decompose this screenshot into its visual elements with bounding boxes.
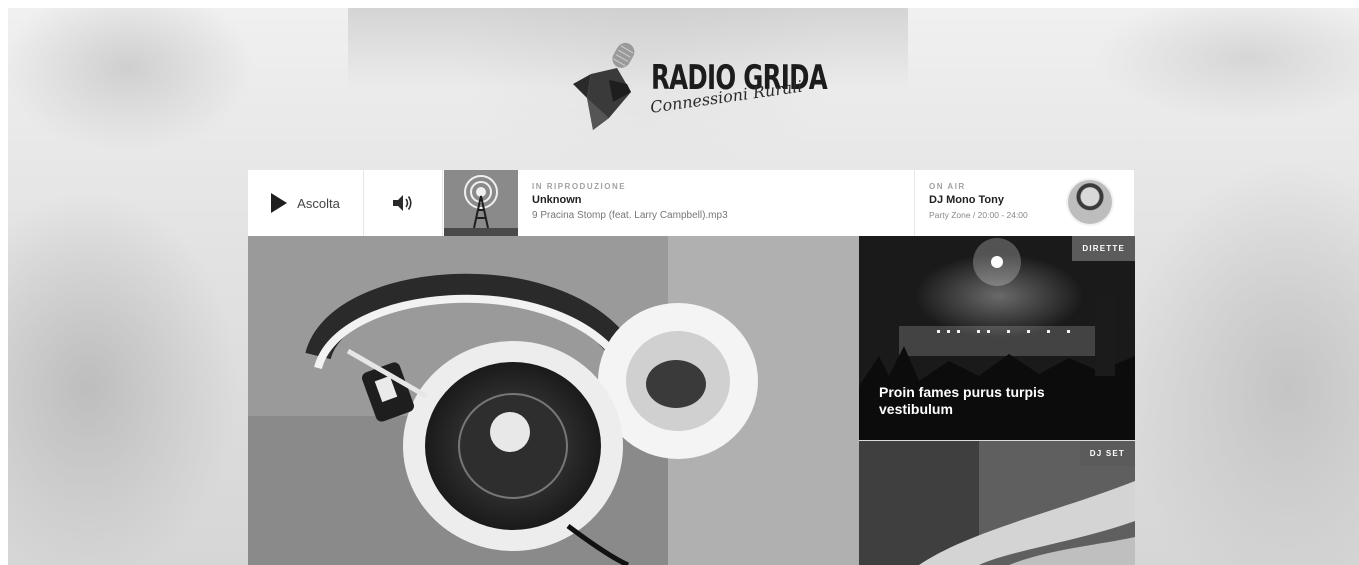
speaker-icon: [393, 195, 412, 211]
now-playing-track: 9 Pracina Stomp (feat. Larry Campbell).m…: [532, 210, 728, 221]
listen-label: Ascolta: [297, 195, 340, 211]
logo-mark: [573, 42, 635, 130]
listen-button[interactable]: Ascolta: [248, 170, 364, 236]
radio-player-bar: Ascolta IN RIPRODUZIONE Unknown 9 Pracin…: [248, 170, 1134, 236]
play-icon: [271, 193, 288, 213]
card-badge-dj-set: DJ SET: [1079, 441, 1135, 466]
now-playing-artist: Unknown: [532, 194, 582, 206]
hero-image[interactable]: [248, 236, 859, 565]
now-playing-info: IN RIPRODUZIONE Unknown 9 Pracina Stomp …: [518, 170, 914, 236]
on-air-panel[interactable]: ON AIR DJ Mono Tony Party Zone / 20:00 -…: [914, 170, 1134, 236]
site-logo[interactable]: RADIO GRIDA Connessioni Rurali: [565, 40, 835, 135]
radio-tower-icon: [444, 170, 518, 236]
card-title-dirette[interactable]: Proin fames purus turpis vestibulum: [879, 384, 1089, 418]
now-playing-kicker: IN RIPRODUZIONE: [532, 182, 627, 191]
now-playing-cover: [444, 170, 518, 236]
card-dj-set[interactable]: DJ SET: [859, 441, 1135, 565]
volume-button[interactable]: [364, 170, 443, 236]
headphones-illustration: [248, 236, 859, 565]
card-badge-dirette: DIRETTE: [1072, 236, 1135, 261]
dj-avatar: [1068, 180, 1112, 224]
card-dirette[interactable]: DIRETTE Proin fames purus turpis vestibu…: [859, 236, 1135, 440]
